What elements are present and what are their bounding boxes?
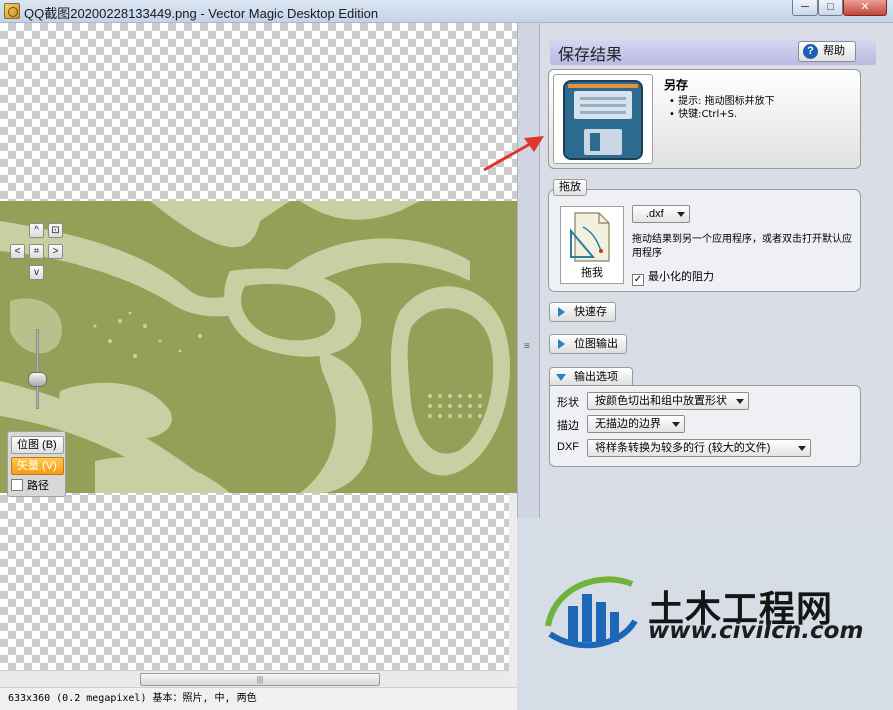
- stroke-select[interactable]: 无描边的边界: [587, 415, 685, 433]
- panel-splitter[interactable]: ≡: [517, 23, 540, 518]
- save-floppy-icon[interactable]: [553, 74, 653, 164]
- save-hint-shortcut: • 快键:Ctrl+S.: [669, 109, 738, 120]
- expand-arrow-icon: [558, 307, 565, 317]
- floppy-disk-icon: [563, 80, 643, 160]
- chevron-down-icon: [736, 399, 744, 404]
- min-resistance-label: 最小化的阻力: [648, 271, 714, 283]
- panel-header: 保存结果 ? 帮助: [550, 39, 876, 65]
- quick-save-button[interactable]: 快速存: [549, 302, 616, 322]
- zoom-slider-thumb[interactable]: [28, 372, 47, 387]
- minimize-button[interactable]: ─: [792, 0, 818, 16]
- path-view-option[interactable]: 路径: [11, 478, 49, 494]
- min-resistance-checkbox[interactable]: ✓: [632, 274, 644, 286]
- app-icon: [4, 3, 20, 19]
- help-icon: ?: [803, 44, 818, 59]
- annotation-arrow-icon: [483, 136, 544, 172]
- path-checkbox[interactable]: [11, 479, 23, 491]
- drag-caption: 拖我: [581, 267, 603, 279]
- watermark-url: www.civilcn.com: [648, 618, 864, 644]
- dxf-value: 将样条转换为较多的行 (较大的文件): [595, 442, 771, 454]
- bitmap-view-button[interactable]: 位图 (B): [11, 436, 64, 454]
- chevron-down-icon: [677, 212, 685, 217]
- zoom-reset-button[interactable]: ⌗: [29, 244, 44, 259]
- splitter-grip-icon: ≡: [524, 341, 530, 352]
- shape-select[interactable]: 按颜色切出和组中放置形状: [587, 392, 749, 410]
- view-mode-panel: 位图 (B) 矢量 (V) 路径: [7, 431, 66, 497]
- canvas-gap: [509, 493, 517, 670]
- document-icon: [570, 212, 610, 262]
- image-canvas[interactable]: ^ ⊡ < ⌗ > v 位图 (B) 矢量 (V) 路径: [0, 23, 517, 670]
- dxf-select[interactable]: 将样条转换为较多的行 (较大的文件): [587, 439, 811, 457]
- maximize-button[interactable]: □: [818, 0, 843, 16]
- shape-label: 形状: [557, 397, 579, 409]
- save-as-box: 另存 • 提示: 拖动图标并放下 • 快键:Ctrl+S.: [548, 69, 861, 169]
- bitmap-output-button[interactable]: 位图输出: [549, 334, 627, 354]
- format-select[interactable]: .dxf: [632, 205, 690, 223]
- pan-up-button[interactable]: ^: [29, 223, 44, 238]
- save-as-title: 另存: [664, 78, 689, 92]
- format-value: .dxf: [646, 208, 664, 220]
- drag-description: 拖动结果到另一个应用程序，或者双击打开默认应用程序: [632, 234, 852, 259]
- scrollbar-corner: [509, 670, 517, 687]
- drag-drop-label: 拖放: [553, 179, 587, 196]
- status-bar: 633x360 (0.2 megapixel) 基本：照片, 中, 两色: [0, 687, 517, 710]
- drag-drop-group: 拖我 .dxf 拖动结果到另一个应用程序，或者双击打开默认应用程序 ✓ 最小化的阻…: [548, 189, 861, 292]
- chevron-down-icon: [798, 446, 806, 451]
- output-options-tab[interactable]: 输出选项: [549, 367, 633, 386]
- save-results-panel: 保存结果 ? 帮助 另存 • 提示: 拖动图标并放下 • 快键:Ctrl+S.: [540, 23, 893, 518]
- quick-save-label: 快速存: [574, 306, 607, 318]
- stroke-value: 无描边的边界: [595, 418, 661, 430]
- watermark-logo: 土木工程网 www.civilcn.com: [540, 566, 880, 656]
- vector-image: [0, 201, 517, 493]
- path-label: 路径: [27, 480, 49, 492]
- bitmap-output-label: 位图输出: [574, 338, 618, 350]
- pan-left-button[interactable]: <: [10, 244, 25, 259]
- min-resistance-option[interactable]: ✓ 最小化的阻力: [632, 268, 714, 286]
- output-options-box: 形状 按颜色切出和组中放置形状 描边 无描边的边界 DXF 将样条转换为较多的行…: [549, 385, 861, 467]
- horizontal-scrollbar[interactable]: |||: [0, 670, 509, 687]
- close-button[interactable]: ✕: [843, 0, 887, 16]
- pan-down-button[interactable]: v: [29, 265, 44, 280]
- chevron-down-icon: [672, 422, 680, 427]
- vector-view-button[interactable]: 矢量 (V): [11, 457, 64, 475]
- title-bar: QQ截图20200228133449.png - Vector Magic De…: [0, 0, 893, 23]
- dxf-label: DXF: [557, 441, 579, 453]
- drag-file-icon[interactable]: 拖我: [560, 206, 624, 284]
- pan-right-button[interactable]: >: [48, 244, 63, 259]
- civilcn-logo-icon: [545, 576, 638, 649]
- help-label: 帮助: [823, 45, 845, 57]
- scrollbar-thumb[interactable]: |||: [140, 673, 380, 686]
- expand-arrow-icon: [558, 339, 565, 349]
- shape-value: 按颜色切出和组中放置形状: [595, 395, 727, 407]
- output-options-label: 输出选项: [574, 371, 618, 383]
- window-title: QQ截图20200228133449.png - Vector Magic De…: [24, 6, 379, 21]
- zoom-slider-track[interactable]: [36, 329, 39, 409]
- stroke-label: 描边: [557, 420, 579, 432]
- zoom-fit-button[interactable]: ⊡: [48, 223, 63, 238]
- panel-title: 保存结果: [558, 47, 623, 64]
- help-button[interactable]: ? 帮助: [798, 41, 856, 62]
- collapse-arrow-icon: [556, 374, 566, 381]
